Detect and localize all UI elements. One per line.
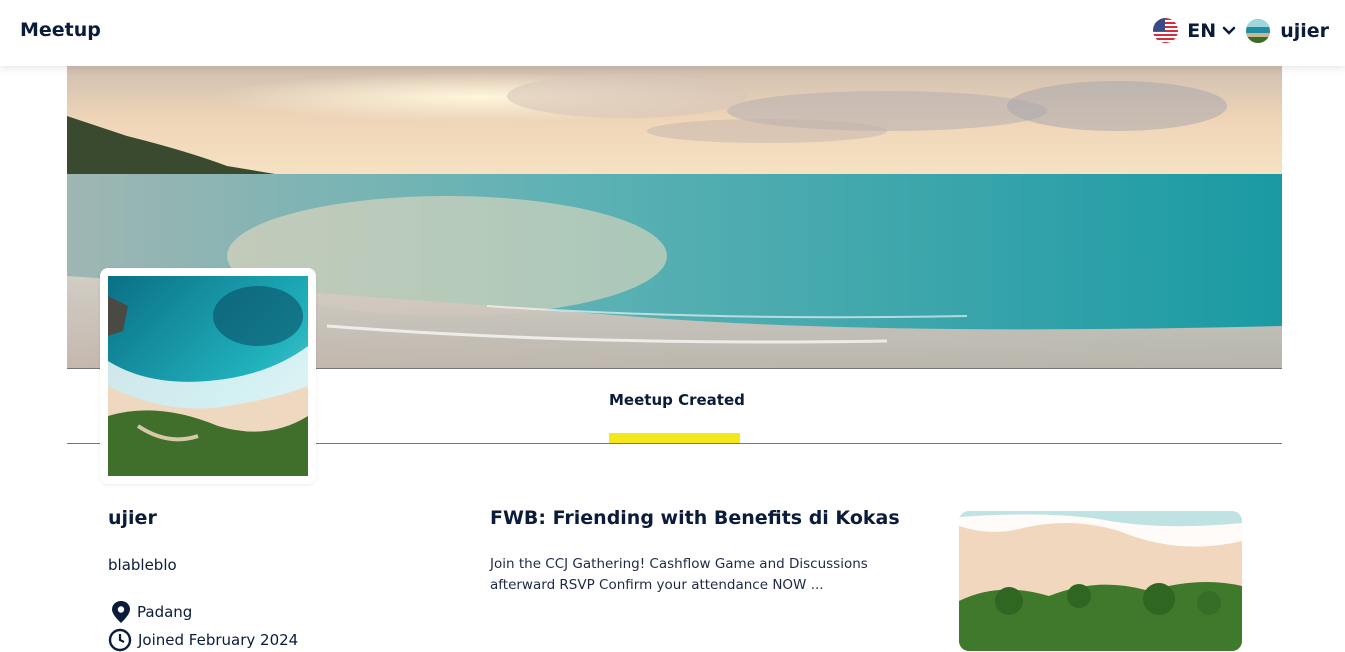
profile-photo <box>100 268 316 484</box>
meetup-description: Join the CCJ Gathering! Cashflow Game an… <box>490 556 868 593</box>
tab-meetup-created[interactable]: Meetup Created <box>609 391 745 409</box>
tab-active-indicator <box>609 433 740 443</box>
meetup-title[interactable]: FWB: Friending with Benefits di Kokas <box>490 507 900 529</box>
profile-bio: blableblo <box>108 556 177 574</box>
user-name[interactable]: ujier <box>1280 20 1329 42</box>
us-flag-icon[interactable] <box>1153 18 1179 43</box>
joined-label: Joined February 2024 <box>138 631 299 649</box>
nav-right: EN ujier <box>1153 18 1329 43</box>
profile-name: ujier <box>108 507 157 529</box>
location-label: Padang <box>137 603 193 621</box>
profile-location: Padang <box>108 600 192 624</box>
clock-icon <box>108 628 132 652</box>
meetup-image[interactable] <box>959 511 1242 651</box>
brand-logo[interactable]: Meetup <box>20 19 101 41</box>
navbar: Meetup EN ujier <box>0 0 1345 66</box>
chevron-down-icon[interactable] <box>1222 26 1236 36</box>
avatar[interactable] <box>1246 18 1271 43</box>
language-label[interactable]: EN <box>1187 20 1216 42</box>
profile-joined: Joined February 2024 <box>108 628 298 652</box>
location-pin-icon <box>111 600 131 624</box>
